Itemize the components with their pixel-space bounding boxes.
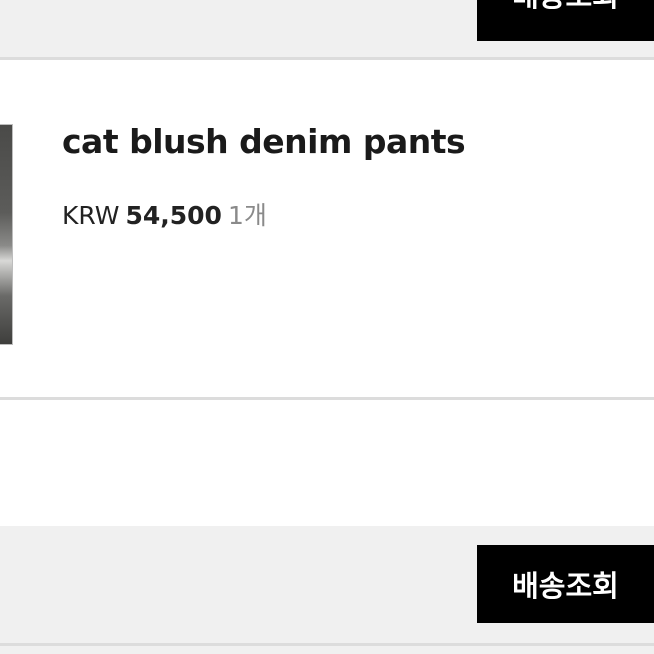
quantity-label: 1개 (227, 201, 267, 230)
divider (0, 643, 654, 646)
previous-order-footer: 배송조회 (0, 0, 654, 57)
product-thumbnail[interactable] (0, 124, 13, 345)
price-row: KRW 54,500 1개 (62, 196, 267, 232)
price-currency: KRW (62, 201, 120, 230)
order-list-page: 배송조회 cat blush denim pants KRW54,5001개 배… (0, 0, 654, 654)
order-item-card[interactable]: cat blush denim pants KRW 54,500 1개 (0, 60, 654, 397)
order-summary-area (0, 400, 654, 526)
product-name[interactable]: cat blush denim pants (62, 122, 466, 161)
track-delivery-button[interactable]: 배송조회 (477, 545, 654, 623)
price-amount: 54,500 (125, 201, 222, 230)
track-delivery-button[interactable]: 배송조회 (477, 0, 654, 41)
